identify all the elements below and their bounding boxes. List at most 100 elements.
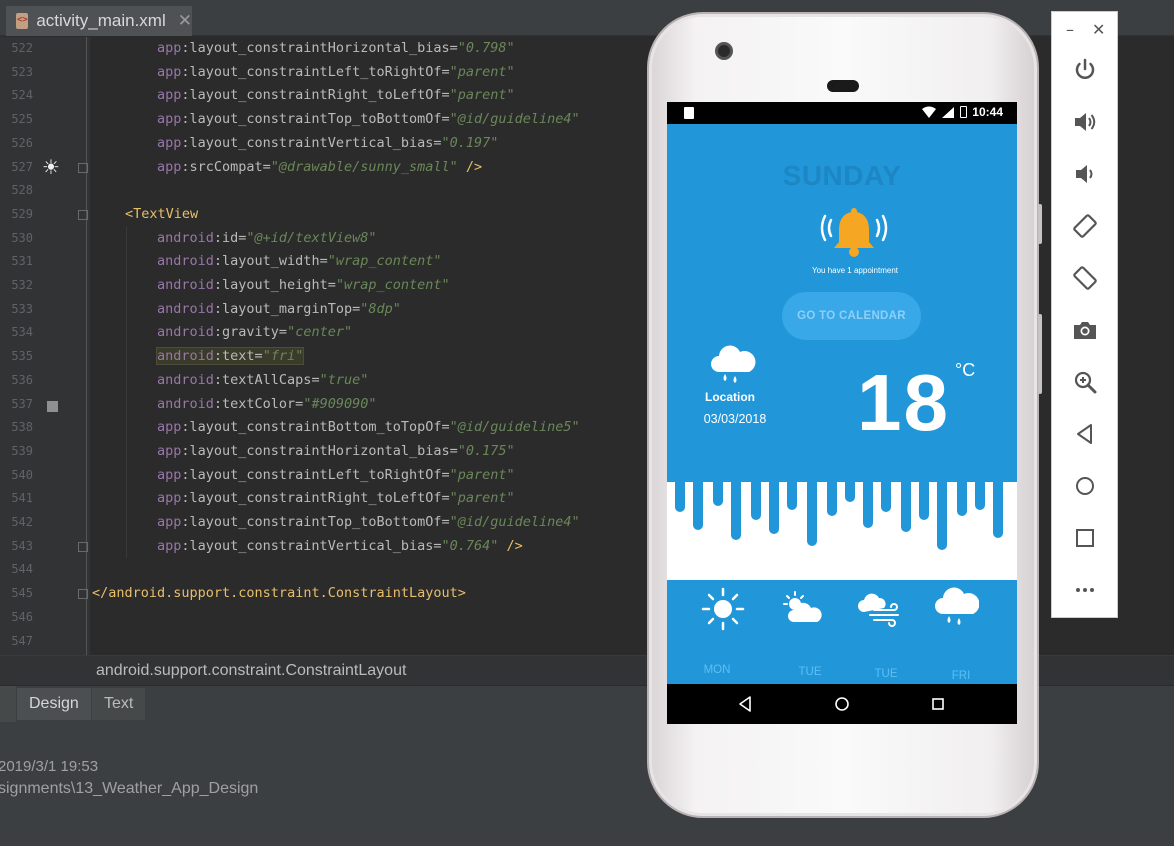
xml-attribute: :text= [213, 348, 263, 365]
forecast-day-label: TUE [874, 668, 898, 680]
line-number: 532 [11, 278, 33, 292]
fold-marker[interactable] [78, 162, 88, 173]
line-number: 540 [11, 467, 33, 482]
fold-marker[interactable] [78, 541, 88, 552]
app-screen[interactable]: 10:44 SUNDAY You have 1 appointment GO T… [667, 102, 1017, 724]
go-to-calendar-button[interactable]: GO TO CALENDAR [782, 292, 921, 340]
side-button [1038, 204, 1042, 244]
code-text: app:layout_constraintTop_toBottomOf="@id… [157, 111, 580, 127]
code-text: android:text="fri" [155, 347, 305, 366]
xml-value: "@drawable/sunny_small" [270, 158, 458, 175]
xml-attribute: :layout_width= [213, 253, 328, 270]
power-icon[interactable] [1067, 52, 1103, 88]
code-text: app:layout_constraintHorizontal_bias="0.… [157, 443, 515, 459]
camera-icon[interactable] [1067, 312, 1103, 348]
xml-value: "parent" [449, 490, 515, 507]
status-clock: 10:44 [972, 105, 1003, 119]
xml-attribute: :textColor= [213, 395, 304, 412]
sd-card-icon [684, 107, 694, 119]
xml-value: "true" [319, 371, 369, 388]
day-title: SUNDAY [782, 160, 902, 191]
line-number: 524 [11, 88, 33, 103]
xml-value: "#909090" [303, 395, 377, 412]
sun-preview-icon: ☀ [42, 155, 60, 179]
line-number: 539 [11, 443, 33, 458]
line-number: 546 [11, 609, 33, 624]
xml-attribute: :layout_constraintRight_toLeftOf= [181, 490, 450, 507]
xml-value: "@id/guideline4" [449, 514, 580, 530]
mode-bar-strip [0, 686, 16, 722]
xml-namespace: android [157, 300, 214, 317]
xml-value: "fri" [262, 348, 304, 365]
code-text: android:gravity="center" [157, 324, 352, 340]
zoom-icon[interactable] [1067, 364, 1103, 400]
back-icon[interactable] [1067, 416, 1103, 452]
xml-namespace: android [157, 348, 214, 365]
xml-namespace: android [157, 371, 214, 388]
status-timestamp: 2019/3/1 19:53 [0, 758, 99, 775]
xml-namespace: app [157, 87, 182, 104]
xml-value: "parent" [449, 63, 515, 80]
code-text: app:layout_constraintVertical_bias="0.19… [157, 135, 498, 151]
line-number: 541 [11, 491, 33, 506]
nav-back-icon[interactable] [735, 694, 755, 714]
code-text: android:textColor="#909090" [157, 396, 376, 412]
xml-value: "parent" [449, 466, 515, 483]
xml-tag-close: /> [498, 537, 523, 554]
tab-design[interactable]: Design [17, 688, 91, 720]
xml-namespace: android [157, 277, 214, 293]
line-number: 543 [11, 538, 33, 553]
fold-marker[interactable] [78, 589, 88, 600]
volume-down-icon[interactable] [1067, 156, 1103, 192]
xml-attribute: :id= [213, 229, 247, 246]
xml-value: "wrap_content" [327, 253, 442, 270]
earpiece-speaker [827, 80, 859, 92]
code-text: app:layout_constraintRight_toLeftOf="par… [157, 87, 515, 103]
fold-marker[interactable] [78, 209, 88, 220]
xml-namespace: app [157, 442, 182, 459]
forecast-row: MON TUE TUE FRI [667, 580, 1017, 685]
xml-value: "@id/guideline5" [449, 419, 580, 436]
volume-up-icon[interactable] [1067, 104, 1103, 140]
more-icon[interactable] [1067, 572, 1103, 608]
partly-cloudy-icon [783, 591, 822, 622]
xml-namespace: app [157, 111, 182, 128]
rotate-right-icon[interactable] [1067, 260, 1103, 296]
line-number: 542 [11, 515, 33, 529]
forecast-day-label: MON [703, 664, 731, 676]
close-tab-icon[interactable]: ✕ [178, 11, 192, 31]
xml-namespace: app [157, 158, 182, 175]
code-text: android:layout_height="wrap_content" [157, 277, 450, 293]
line-number: 523 [11, 64, 33, 79]
xml-attribute: :layout_constraintTop_toBottomOf= [181, 514, 450, 530]
close-button[interactable]: ✕ [1092, 20, 1105, 39]
code-text: app:layout_constraintHorizontal_bias="0.… [157, 40, 515, 56]
code-text: android:textAllCaps="true" [157, 372, 368, 388]
emulator-phone-frame: 10:44 SUNDAY You have 1 appointment GO T… [647, 12, 1042, 818]
xml-namespace: app [157, 63, 182, 80]
rain-cloud-icon [711, 345, 756, 383]
xml-attribute: :layout_constraintTop_toBottomOf= [181, 111, 450, 128]
xml-attribute: :layout_constraintHorizontal_bias= [181, 442, 458, 459]
line-number: 535 [11, 349, 33, 364]
code-text: app:srcCompat="@drawable/sunny_small" /> [157, 159, 482, 175]
home-icon[interactable] [1067, 468, 1103, 504]
overview-icon[interactable] [1067, 520, 1103, 556]
xml-attribute: :layout_height= [213, 277, 336, 293]
rotate-left-icon[interactable] [1067, 208, 1103, 244]
android-status-bar: 10:44 [667, 102, 1017, 124]
line-number: 529 [11, 206, 33, 221]
xml-value: "@id/guideline4" [449, 111, 580, 128]
minimize-button[interactable]: – [1066, 20, 1074, 39]
battery-icon [960, 106, 968, 118]
xml-namespace: android [157, 253, 214, 270]
nav-overview-icon[interactable] [928, 694, 948, 714]
line-number: 531 [11, 254, 33, 269]
nav-home-icon[interactable] [832, 694, 852, 714]
tab-text[interactable]: Text [92, 688, 146, 720]
xml-namespace: app [157, 514, 182, 530]
breadcrumb[interactable]: android.support.constraint.ConstraintLay… [96, 662, 406, 680]
windy-icon [858, 593, 899, 627]
tab-activity-main-xml[interactable]: activity_main.xml ✕ [6, 6, 192, 36]
line-number: 545 [11, 586, 33, 601]
